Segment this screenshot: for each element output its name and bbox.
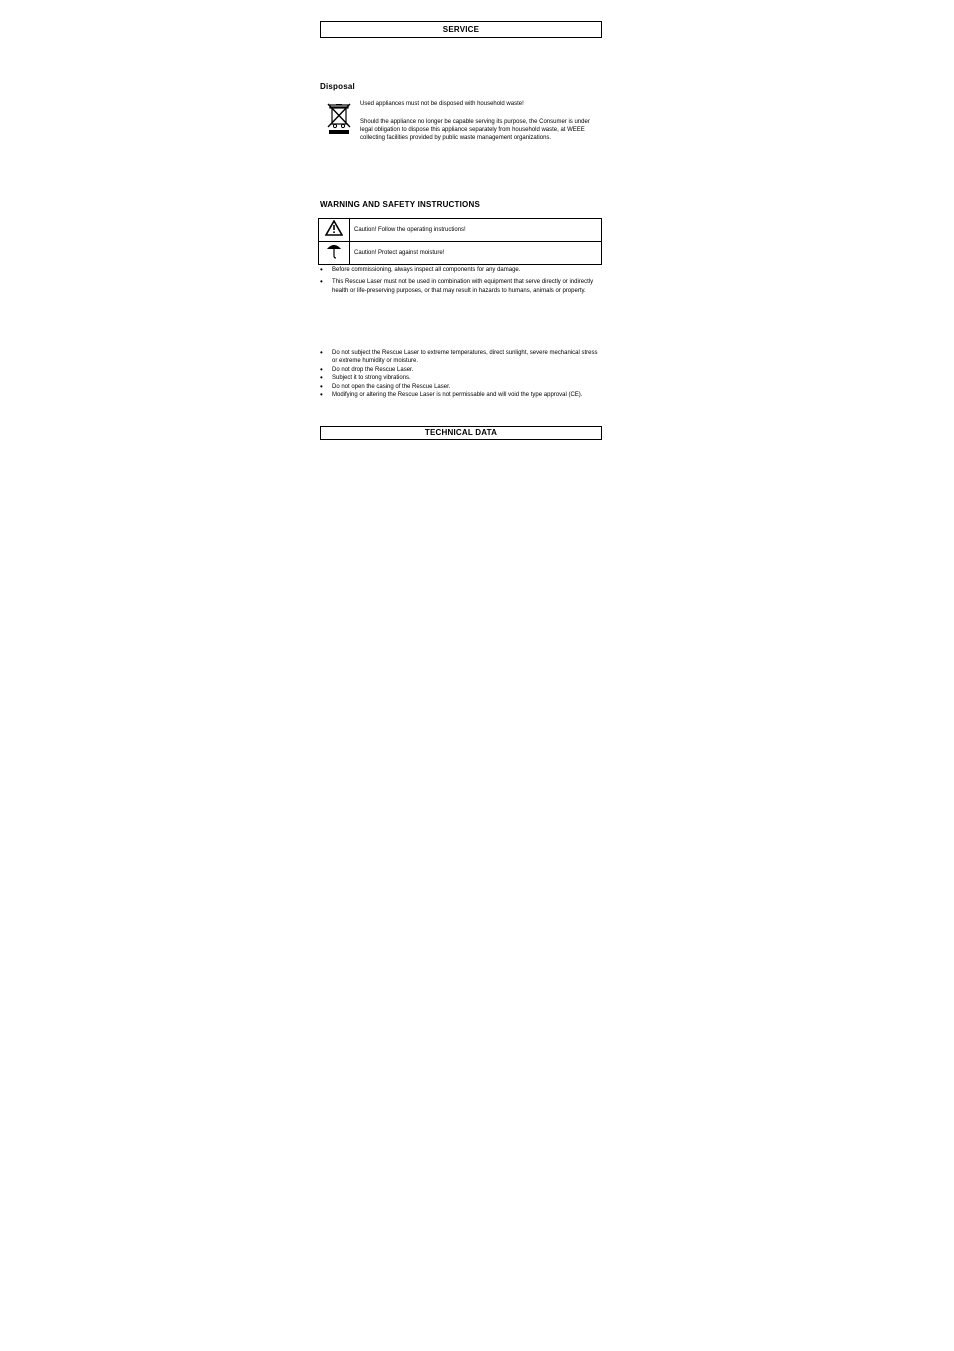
bullet-text: This Rescue Laser must not be used in co… [332, 278, 602, 295]
icon-cell [319, 242, 350, 265]
umbrella-icon [325, 246, 343, 263]
bullet-text: Subject it to strong vibrations. [332, 374, 602, 382]
bullet-text: Do not drop the Rescue Laser. [332, 366, 602, 374]
list-item: • Modifying or altering the Rescue Laser… [320, 391, 602, 399]
bullet-icon: • [320, 349, 332, 366]
disposal-heading: Disposal [320, 82, 355, 91]
list-item: • This Rescue Laser must not be used in … [320, 278, 602, 295]
list-item: • Do not open the casing of the Rescue L… [320, 383, 602, 391]
technical-data-heading: TECHNICAL DATA [321, 427, 601, 439]
list-item: • Before commissioning, always inspect a… [320, 266, 602, 274]
service-heading: SERVICE [321, 22, 601, 37]
service-section-box: SERVICE [320, 21, 602, 38]
bullet-text: Modifying or altering the Rescue Laser i… [332, 391, 602, 399]
bullet-icon: • [320, 266, 332, 274]
warning-text-cell: Caution! Protect against moisture! [350, 242, 602, 265]
bullet-text: Before commissioning, always inspect all… [332, 266, 602, 274]
document-page: SERVICE Disposal Used appliances must no… [0, 0, 954, 1351]
list-item: • Do not subject the Rescue Laser to ext… [320, 349, 602, 366]
disposal-paragraph-1: Used appliances must not be disposed wit… [360, 100, 602, 108]
warning-text-cell: Caution! Follow the operating instructio… [350, 219, 602, 242]
safety-heading: WARNING AND SAFETY INSTRUCTIONS [320, 200, 480, 209]
bullet-icon: • [320, 278, 332, 295]
technical-data-box: TECHNICAL DATA [320, 426, 602, 440]
warning-triangle-icon [325, 223, 343, 240]
bullet-icon: • [320, 391, 332, 399]
bullet-group-1: • Before commissioning, always inspect a… [320, 266, 602, 295]
table-row: Caution! Follow the operating instructio… [319, 219, 602, 242]
list-item: • Subject it to strong vibrations. [320, 374, 602, 382]
bullet-text: Do not subject the Rescue Laser to extre… [332, 349, 602, 366]
disposal-paragraph-2: Should the appliance no longer be capabl… [360, 118, 602, 142]
list-item: • Do not drop the Rescue Laser. [320, 366, 602, 374]
bullet-text: Do not open the casing of the Rescue Las… [332, 383, 602, 391]
icon-cell [319, 219, 350, 242]
weee-bin-icon [324, 100, 354, 136]
bullet-group-2: • Do not subject the Rescue Laser to ext… [320, 349, 602, 399]
table-row: Caution! Protect against moisture! [319, 242, 602, 265]
warning-table: Caution! Follow the operating instructio… [318, 218, 602, 265]
